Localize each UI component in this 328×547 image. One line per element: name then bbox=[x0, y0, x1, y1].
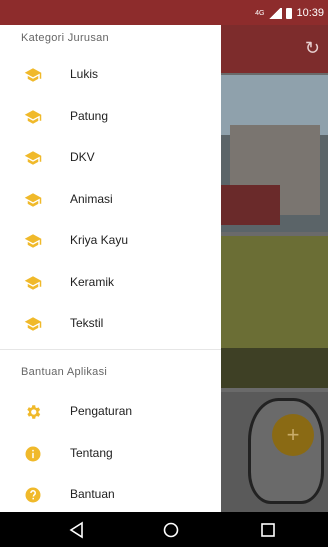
drawer-item-label: Kriya Kayu bbox=[70, 233, 129, 247]
drawer-item-label: Keramik bbox=[70, 275, 115, 289]
status-bar: 4G 10:39 bbox=[0, 0, 328, 25]
gear-icon bbox=[27, 405, 41, 419]
status-time: 10:39 bbox=[296, 7, 324, 19]
drawer-item-patung[interactable]: Patung bbox=[0, 97, 221, 137]
graduation-cap-icon bbox=[24, 317, 42, 331]
refresh-icon[interactable]: ↻ bbox=[305, 38, 320, 59]
drawer-item-label: Lukis bbox=[70, 67, 99, 81]
drawer-item-label: Bantuan bbox=[70, 487, 115, 501]
content-card-image-1[interactable] bbox=[220, 75, 328, 232]
graduation-cap-icon bbox=[24, 110, 42, 124]
drawer-item-label: Animasi bbox=[70, 192, 113, 206]
drawer-item-label: Tekstil bbox=[70, 316, 104, 330]
drawer-item-animasi[interactable]: Animasi bbox=[0, 180, 221, 220]
home-icon[interactable] bbox=[161, 520, 181, 540]
back-icon[interactable] bbox=[67, 520, 87, 540]
graduation-cap-icon bbox=[24, 234, 42, 248]
battery-icon bbox=[286, 7, 293, 19]
drawer-item-lukis[interactable]: Lukis bbox=[0, 55, 221, 95]
network-label: 4G bbox=[255, 9, 265, 17]
drawer-item-label: Patung bbox=[70, 109, 109, 123]
graduation-cap-icon bbox=[24, 193, 42, 207]
graduation-cap-icon bbox=[24, 151, 42, 165]
info-icon bbox=[25, 446, 41, 462]
drawer-item-keramik[interactable]: Keramik bbox=[0, 263, 221, 303]
drawer-item-label: Tentang bbox=[70, 446, 113, 460]
section-header-kategori: Kategori Jurusan bbox=[21, 32, 109, 44]
drawer-item-bantuan[interactable]: Bantuan bbox=[0, 475, 221, 515]
drawer-item-label: DKV bbox=[70, 150, 95, 164]
drawer-item-pengaturan[interactable]: Pengaturan bbox=[0, 392, 221, 432]
section-header-bantuan: Bantuan Aplikasi bbox=[21, 366, 108, 378]
drawer-item-tentang[interactable]: Tentang bbox=[0, 434, 221, 474]
recents-icon[interactable] bbox=[258, 520, 278, 540]
graduation-cap-icon bbox=[24, 276, 42, 290]
content-card-image-2[interactable] bbox=[220, 236, 328, 388]
drawer-item-tekstil[interactable]: Tekstil bbox=[0, 304, 221, 344]
help-icon bbox=[25, 487, 41, 503]
navigation-drawer: Kategori Jurusan Lukis Patung DKV Animas… bbox=[0, 25, 221, 512]
signal-icon bbox=[268, 7, 283, 19]
drawer-item-label: Pengaturan bbox=[70, 404, 133, 418]
drawer-item-kriya-kayu[interactable]: Kriya Kayu bbox=[0, 221, 221, 261]
graduation-cap-icon bbox=[24, 68, 42, 82]
drawer-divider bbox=[0, 349, 221, 350]
system-navigation-bar bbox=[0, 512, 328, 547]
add-fab-button[interactable]: + bbox=[272, 414, 314, 456]
drawer-item-dkv[interactable]: DKV bbox=[0, 138, 221, 178]
